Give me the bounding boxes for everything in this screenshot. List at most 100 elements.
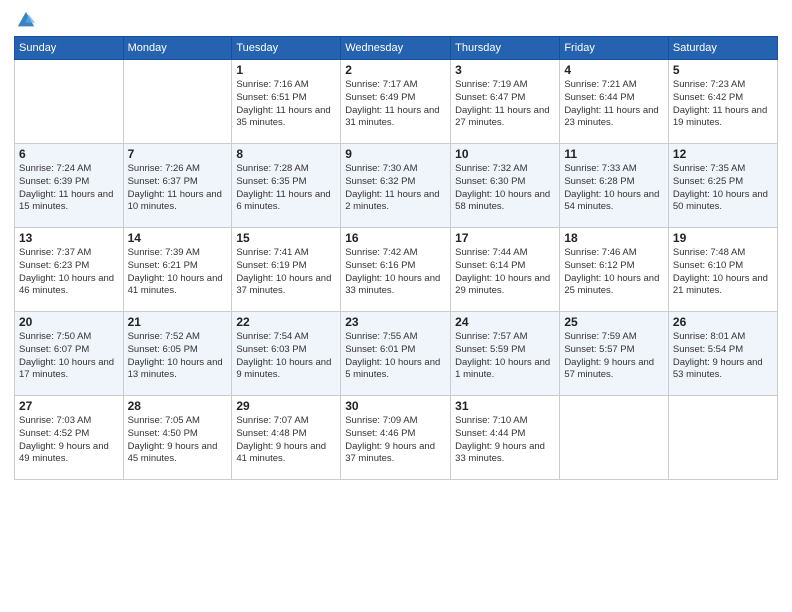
calendar-cell: 21Sunrise: 7:52 AM Sunset: 6:05 PM Dayli… [123,312,232,396]
calendar-cell: 10 Sunrise: 7:32 AM Sunset: 6:30 PM Dayli… [451,144,560,228]
day-info: Sunrise: 7:23 AM Sunset: 6:42 PM Dayligh… [673,79,773,130]
calendar-cell: 23 Sunrise: 7:55 AM Sunset: 6:01 PM Dayli… [341,312,451,396]
calendar-cell: 13Sunrise: 7:37 AM Sunset: 6:23 PM Dayli… [15,228,124,312]
calendar-cell: 17 Sunrise: 7:44 AM Sunset: 6:14 PM Dayli… [451,228,560,312]
calendar-cell: 8 Sunrise: 7:28 AM Sunset: 6:35 PM Daylig… [232,144,341,228]
day-number: 12 [673,147,773,161]
day-info: Sunrise: 7:54 AM Sunset: 6:03 PM Dayligh… [236,331,336,382]
calendar-cell: 18 Sunrise: 7:46 AM Sunset: 6:12 PM Dayli… [560,228,669,312]
day-info: Sunrise: 7:37 AM Sunset: 6:23 PM Dayligh… [19,247,119,298]
header [14,10,778,30]
day-number: 29 [236,399,336,413]
day-number: 7 [128,147,228,161]
calendar-cell: 26Sunrise: 8:01 AM Sunset: 5:54 PM Dayli… [668,312,777,396]
day-info: Sunrise: 7:19 AM Sunset: 6:47 PM Dayligh… [455,79,555,130]
day-number: 11 [564,147,664,161]
day-number: 22 [236,315,336,329]
weekday-header-thursday: Thursday [451,37,560,60]
calendar-cell: 31 Sunrise: 7:10 AM Sunset: 4:44 PM Dayli… [451,396,560,480]
day-number: 18 [564,231,664,245]
day-info: Sunrise: 7:17 AM Sunset: 6:49 PM Dayligh… [345,79,446,130]
day-number: 9 [345,147,446,161]
calendar-cell [668,396,777,480]
day-number: 3 [455,63,555,77]
day-number: 19 [673,231,773,245]
calendar-cell: 27 Sunrise: 7:03 AM Sunset: 4:52 PM Dayli… [15,396,124,480]
day-number: 6 [19,147,119,161]
calendar-cell: 29 Sunrise: 7:07 AM Sunset: 4:48 PM Dayli… [232,396,341,480]
day-number: 17 [455,231,555,245]
day-info: Sunrise: 7:09 AM Sunset: 4:46 PM Dayligh… [345,415,446,466]
calendar-row: 13Sunrise: 7:37 AM Sunset: 6:23 PM Dayli… [15,228,778,312]
day-info: Sunrise: 7:55 AM Sunset: 6:01 PM Dayligh… [345,331,446,382]
calendar-cell: 12 Sunrise: 7:35 AM Sunset: 6:25 PM Dayli… [668,144,777,228]
day-number: 4 [564,63,664,77]
day-number: 24 [455,315,555,329]
day-number: 21 [128,315,228,329]
day-info: Sunrise: 7:24 AM Sunset: 6:39 PM Dayligh… [19,163,119,214]
weekday-header-wednesday: Wednesday [341,37,451,60]
calendar-cell: 19 Sunrise: 7:48 AM Sunset: 6:10 PM Dayli… [668,228,777,312]
day-number: 28 [128,399,228,413]
calendar-cell [123,60,232,144]
calendar-cell: 4 Sunrise: 7:21 AM Sunset: 6:44 PM Daylig… [560,60,669,144]
calendar-cell: 9 Sunrise: 7:30 AM Sunset: 6:32 PM Daylig… [341,144,451,228]
day-number: 8 [236,147,336,161]
day-info: Sunrise: 7:59 AM Sunset: 5:57 PM Dayligh… [564,331,664,382]
calendar-row: 6 Sunrise: 7:24 AM Sunset: 6:39 PM Daylig… [15,144,778,228]
calendar-row: 20 Sunrise: 7:50 AM Sunset: 6:07 PM Dayli… [15,312,778,396]
day-number: 25 [564,315,664,329]
weekday-header-monday: Monday [123,37,232,60]
day-number: 14 [128,231,228,245]
day-info: Sunrise: 7:07 AM Sunset: 4:48 PM Dayligh… [236,415,336,466]
calendar-cell: 15Sunrise: 7:41 AM Sunset: 6:19 PM Dayli… [232,228,341,312]
calendar-cell: 5 Sunrise: 7:23 AM Sunset: 6:42 PM Daylig… [668,60,777,144]
day-info: Sunrise: 7:33 AM Sunset: 6:28 PM Dayligh… [564,163,664,214]
calendar-cell: 2 Sunrise: 7:17 AM Sunset: 6:49 PM Daylig… [341,60,451,144]
calendar-table: SundayMondayTuesdayWednesdayThursdayFrid… [14,36,778,480]
weekday-header-friday: Friday [560,37,669,60]
day-number: 15 [236,231,336,245]
day-info: Sunrise: 7:05 AM Sunset: 4:50 PM Dayligh… [128,415,228,466]
calendar-cell: 22 Sunrise: 7:54 AM Sunset: 6:03 PM Dayli… [232,312,341,396]
day-number: 27 [19,399,119,413]
day-info: Sunrise: 7:39 AM Sunset: 6:21 PM Dayligh… [128,247,228,298]
day-info: Sunrise: 7:42 AM Sunset: 6:16 PM Dayligh… [345,247,446,298]
calendar-cell: 3 Sunrise: 7:19 AM Sunset: 6:47 PM Daylig… [451,60,560,144]
day-info: Sunrise: 7:21 AM Sunset: 6:44 PM Dayligh… [564,79,664,130]
day-number: 26 [673,315,773,329]
day-info: Sunrise: 7:48 AM Sunset: 6:10 PM Dayligh… [673,247,773,298]
day-number: 2 [345,63,446,77]
weekday-header-sunday: Sunday [15,37,124,60]
calendar-row: 27 Sunrise: 7:03 AM Sunset: 4:52 PM Dayli… [15,396,778,480]
day-info: Sunrise: 7:50 AM Sunset: 6:07 PM Dayligh… [19,331,119,382]
calendar-cell: 16 Sunrise: 7:42 AM Sunset: 6:16 PM Dayli… [341,228,451,312]
day-info: Sunrise: 7:03 AM Sunset: 4:52 PM Dayligh… [19,415,119,466]
day-info: Sunrise: 7:10 AM Sunset: 4:44 PM Dayligh… [455,415,555,466]
day-number: 5 [673,63,773,77]
day-info: Sunrise: 7:44 AM Sunset: 6:14 PM Dayligh… [455,247,555,298]
day-number: 31 [455,399,555,413]
calendar-cell [15,60,124,144]
day-number: 20 [19,315,119,329]
calendar-row: 1Sunrise: 7:16 AM Sunset: 6:51 PM Daylig… [15,60,778,144]
day-info: Sunrise: 7:35 AM Sunset: 6:25 PM Dayligh… [673,163,773,214]
day-info: Sunrise: 7:30 AM Sunset: 6:32 PM Dayligh… [345,163,446,214]
calendar-cell: 6 Sunrise: 7:24 AM Sunset: 6:39 PM Daylig… [15,144,124,228]
calendar-cell: 30 Sunrise: 7:09 AM Sunset: 4:46 PM Dayli… [341,396,451,480]
day-info: Sunrise: 7:46 AM Sunset: 6:12 PM Dayligh… [564,247,664,298]
day-number: 10 [455,147,555,161]
calendar-cell: 7Sunrise: 7:26 AM Sunset: 6:37 PM Daylig… [123,144,232,228]
day-number: 30 [345,399,446,413]
day-number: 1 [236,63,336,77]
calendar-cell: 24Sunrise: 7:57 AM Sunset: 5:59 PM Dayli… [451,312,560,396]
day-info: Sunrise: 7:28 AM Sunset: 6:35 PM Dayligh… [236,163,336,214]
day-number: 16 [345,231,446,245]
day-number: 23 [345,315,446,329]
calendar-cell: 14 Sunrise: 7:39 AM Sunset: 6:21 PM Dayli… [123,228,232,312]
calendar-cell: 25 Sunrise: 7:59 AM Sunset: 5:57 PM Dayli… [560,312,669,396]
day-info: Sunrise: 7:32 AM Sunset: 6:30 PM Dayligh… [455,163,555,214]
weekday-header-saturday: Saturday [668,37,777,60]
weekday-header-tuesday: Tuesday [232,37,341,60]
logo [14,10,36,30]
